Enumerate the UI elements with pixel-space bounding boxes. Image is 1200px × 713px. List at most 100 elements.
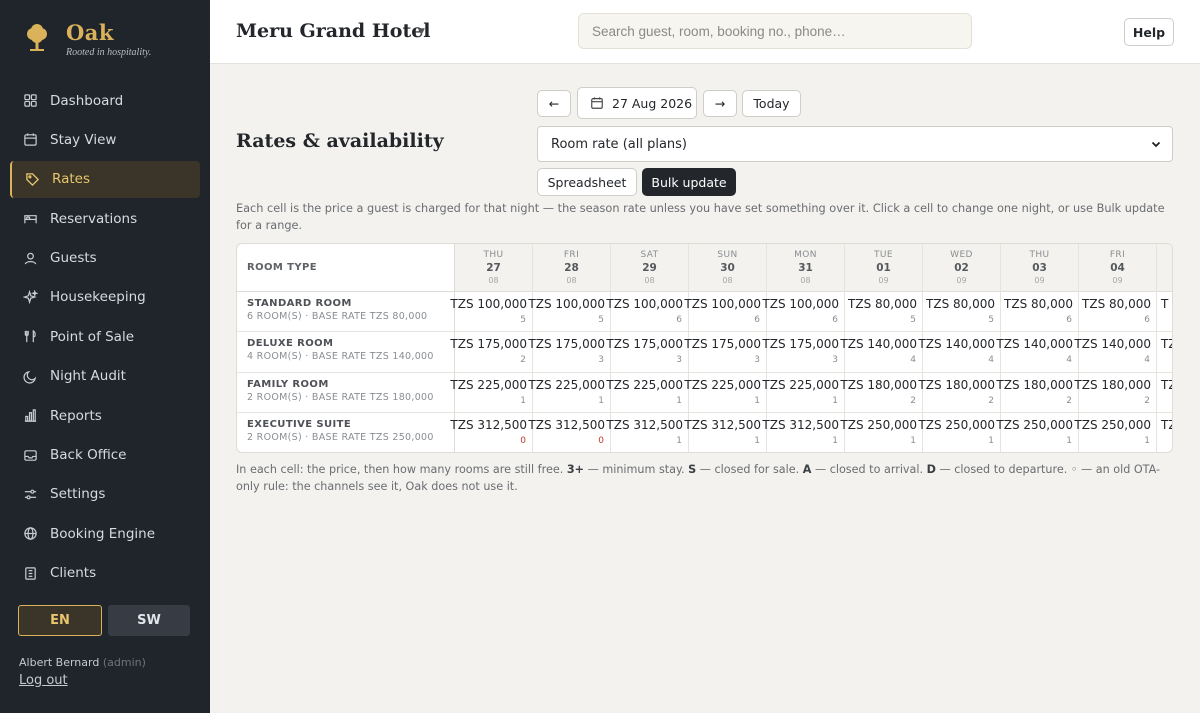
rate-cell[interactable]: TZS 225,000 1 — [684, 372, 767, 413]
rate-cell[interactable]: TZS 312,500 1 — [606, 412, 689, 452]
rate-cell[interactable]: TZ — [1157, 332, 1172, 373]
rate-price: TZS 225,000 — [684, 377, 761, 392]
rate-cell[interactable]: TZS 180,000 2 — [918, 372, 1001, 413]
sidebar-item-booking-engine[interactable]: Booking Engine — [10, 515, 200, 552]
room-type-row-header: FAMILY ROOM 2 ROOM(S) · BASE RATE TZS 180… — [237, 372, 455, 413]
rate-cell[interactable]: TZS 312,500 1 — [684, 412, 767, 452]
rate-price: TZS 312,500 — [528, 417, 605, 432]
rate-cell[interactable]: TZS 100,000 6 — [606, 292, 689, 333]
rate-cell[interactable]: TZS 80,000 6 — [1001, 292, 1079, 333]
rate-price: TZS 175,000 — [450, 337, 527, 352]
rate-price: TZS 312,500 — [450, 417, 527, 432]
sidebar-nav: Dashboard Stay View Rates Reservations G… — [0, 82, 210, 594]
user-role: (admin) — [102, 656, 146, 669]
rate-cell[interactable]: TZS 80,000 6 — [1079, 292, 1157, 333]
rooms-available: 5 — [910, 315, 916, 325]
rate-cell[interactable]: TZS 175,000 3 — [606, 332, 689, 373]
rate-cell[interactable]: TZS 225,000 1 — [762, 372, 845, 413]
day-month: 09 — [878, 276, 889, 285]
hotel-switcher[interactable]: Meru Grand Hotel — [236, 20, 431, 42]
rate-cell[interactable]: TZS 175,000 3 — [762, 332, 845, 373]
brand[interactable]: Oak Rooted in hospitality. — [24, 20, 151, 58]
rate-cell[interactable]: TZS 100,000 6 — [684, 292, 767, 333]
language-sw-button[interactable]: SW — [108, 605, 190, 636]
rate-cell[interactable]: TZS 250,000 1 — [1074, 412, 1157, 452]
room-type-row-header: EXECUTIVE SUITE 2 ROOM(S) · BASE RATE TZS… — [237, 412, 455, 452]
day-of-week: WED — [950, 250, 973, 260]
rate-cell[interactable]: TZS 175,000 3 — [528, 332, 611, 373]
rooms-available: 5 — [988, 315, 994, 325]
sidebar-item-settings[interactable]: Settings — [10, 476, 200, 513]
sidebar-item-label: Housekeeping — [50, 289, 146, 306]
sidebar-item-reservations[interactable]: Reservations — [10, 200, 200, 237]
rate-price: TZS 140,000 — [1074, 337, 1151, 352]
rate-cell[interactable]: TZS 100,000 5 — [450, 292, 533, 333]
rate-cell[interactable]: TZS 225,000 1 — [606, 372, 689, 413]
sidebar-item-reports[interactable]: Reports — [10, 397, 200, 434]
rate-cell[interactable]: TZS 100,000 5 — [528, 292, 611, 333]
rate-cell[interactable]: TZS 312,500 1 — [762, 412, 845, 452]
rate-cell[interactable]: T — [1157, 292, 1172, 333]
sidebar-item-label: Reports — [50, 407, 102, 424]
next-date-button[interactable]: → — [703, 90, 737, 117]
sidebar-item-rates[interactable]: Rates — [10, 160, 200, 198]
rate-cell[interactable]: TZS 140,000 4 — [918, 332, 1001, 373]
rooms-available: 5 — [598, 315, 604, 325]
rate-cell[interactable]: TZS 225,000 1 — [528, 372, 611, 413]
rate-cell[interactable]: TZS 312,500 0 — [450, 412, 533, 452]
rate-cell[interactable]: TZS 180,000 2 — [1074, 372, 1157, 413]
today-button[interactable]: Today — [742, 90, 801, 117]
logout-link[interactable]: Log out — [19, 673, 68, 688]
rate-cell[interactable]: TZS 140,000 4 — [1074, 332, 1157, 373]
sidebar-item-housekeeping[interactable]: Housekeeping — [10, 279, 200, 316]
rooms-available: 6 — [832, 315, 838, 325]
rate-cell[interactable]: TZS 250,000 1 — [840, 412, 923, 452]
language-en-button[interactable]: EN — [18, 605, 102, 636]
rate-cell[interactable]: TZS 250,000 1 — [996, 412, 1079, 452]
chevron-down-icon — [1151, 141, 1161, 148]
rate-cell[interactable]: TZS 100,000 6 — [762, 292, 845, 333]
date-picker[interactable]: 27 Aug 2026 — [577, 87, 697, 119]
rate-cell[interactable]: TZS 175,000 3 — [684, 332, 767, 373]
rate-cell[interactable]: TZS 225,000 1 — [450, 372, 533, 413]
rate-cell[interactable]: TZS 180,000 2 — [840, 372, 923, 413]
rates-grid: ROOM TYPE THU 27 08 FRI 28 08 SAT 29 08 SUN 30 08 MO… — [236, 243, 1173, 453]
sidebar-item-night-audit[interactable]: Night Audit — [10, 358, 200, 395]
tab-spreadsheet[interactable]: Spreadsheet — [537, 168, 637, 196]
rooms-available: 2 — [1144, 395, 1150, 406]
sidebar-item-point-of-sale[interactable]: Point of Sale — [10, 318, 200, 355]
rate-cell[interactable]: TZS 312,500 0 — [528, 412, 611, 452]
rate-price: TZS 250,000 — [996, 417, 1073, 432]
day-number: 01 — [876, 262, 891, 274]
sidebar-item-back-office[interactable]: Back Office — [10, 437, 200, 474]
rate-cell[interactable]: TZ — [1157, 413, 1172, 452]
rate-cell[interactable]: TZS 80,000 5 — [923, 292, 1001, 333]
sidebar-item-clients[interactable]: Clients — [10, 555, 200, 592]
search-input[interactable] — [578, 13, 972, 49]
sidebar-item-dashboard[interactable]: Dashboard — [10, 82, 200, 119]
rate-cell[interactable]: TZS 140,000 4 — [996, 332, 1079, 373]
rate-cell[interactable]: TZS 180,000 2 — [996, 372, 1079, 413]
oak-tree-logo-icon — [27, 24, 47, 51]
rooms-available: 6 — [1066, 315, 1072, 325]
caret-down-icon[interactable]: ▼ — [418, 27, 425, 37]
tab-bulk-update[interactable]: Bulk update — [642, 168, 736, 196]
user-name: Albert Bernard — [19, 656, 100, 669]
rate-cell[interactable]: TZ — [1157, 373, 1172, 413]
rate-price: TZS 250,000 — [1074, 417, 1151, 432]
rate-plan-select[interactable]: Room rate (all plans) — [537, 126, 1173, 162]
help-button[interactable]: Help — [1124, 18, 1174, 46]
rooms-available: 6 — [676, 315, 682, 325]
sidebar-item-stay-view[interactable]: Stay View — [10, 121, 200, 158]
day-number: 04 — [1110, 262, 1125, 274]
rate-cell[interactable]: TZS 175,000 2 — [450, 332, 533, 373]
room-type-row-header: DELUXE ROOM 4 ROOM(S) · BASE RATE TZS 140… — [237, 332, 455, 373]
prev-date-button[interactable]: ← — [537, 90, 571, 117]
rate-cell[interactable]: TZS 80,000 5 — [845, 292, 923, 333]
sidebar-item-guests[interactable]: Guests — [10, 240, 200, 277]
rate-price: TZS 140,000 — [996, 337, 1073, 352]
rooms-available: 3 — [832, 355, 838, 366]
rate-cell[interactable]: TZS 140,000 4 — [840, 332, 923, 373]
sidebar-item-label: Guests — [50, 250, 97, 267]
rate-cell[interactable]: TZS 250,000 1 — [918, 412, 1001, 452]
